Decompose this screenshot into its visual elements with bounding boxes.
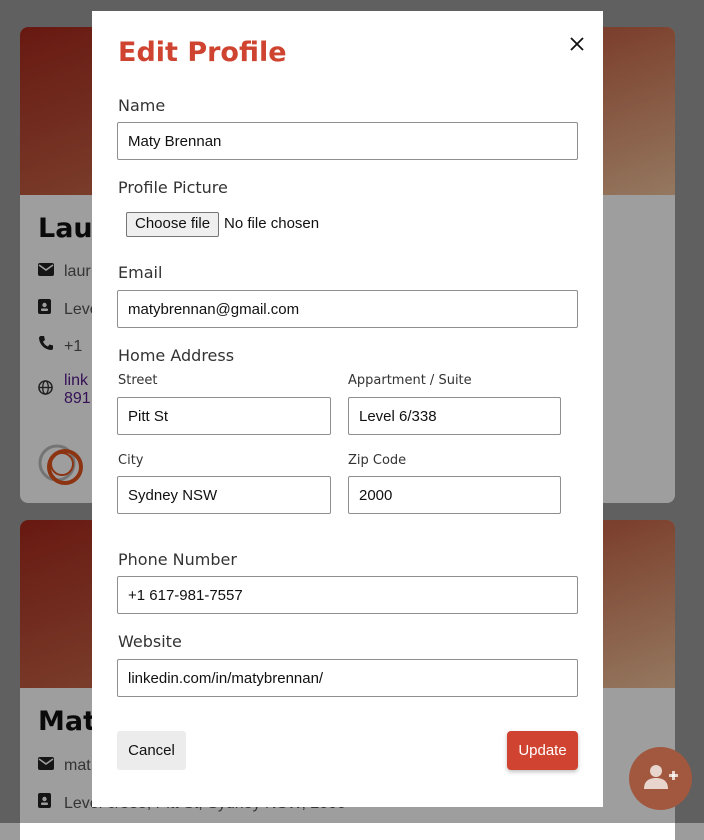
zip-code-input[interactable]: [348, 476, 561, 514]
profile-picture-file-input: Choose file No file chosen: [126, 212, 319, 237]
phone-number-label: Phone Number: [118, 550, 237, 569]
street-label: Street: [118, 373, 158, 388]
name-input[interactable]: [117, 122, 578, 160]
website-input[interactable]: [117, 659, 578, 697]
apartment-label: Appartment / Suite: [348, 373, 472, 388]
update-button[interactable]: Update: [507, 731, 578, 770]
city-input[interactable]: [117, 476, 331, 514]
dialog-title: Edit Profile: [118, 37, 287, 68]
apartment-input[interactable]: [348, 397, 561, 435]
home-address-label: Home Address: [118, 346, 235, 365]
phone-number-input[interactable]: [117, 576, 578, 614]
street-input[interactable]: [117, 397, 331, 435]
email-input[interactable]: [117, 290, 578, 328]
add-user-button[interactable]: [629, 747, 692, 810]
choose-file-button[interactable]: Choose file: [126, 212, 220, 237]
edit-profile-dialog: Edit Profile Name Profile Picture Choose…: [92, 11, 603, 807]
email-label: Email: [118, 263, 163, 282]
name-label: Name: [118, 96, 166, 115]
zip-code-label: Zip Code: [348, 453, 407, 468]
user-plus-icon: [643, 764, 678, 794]
website-label: Website: [118, 632, 182, 651]
close-icon[interactable]: [567, 34, 587, 54]
city-label: City: [118, 453, 144, 468]
cancel-button[interactable]: Cancel: [117, 731, 186, 770]
file-status: No file chosen: [224, 215, 320, 232]
profile-picture-label: Profile Picture: [118, 178, 228, 197]
